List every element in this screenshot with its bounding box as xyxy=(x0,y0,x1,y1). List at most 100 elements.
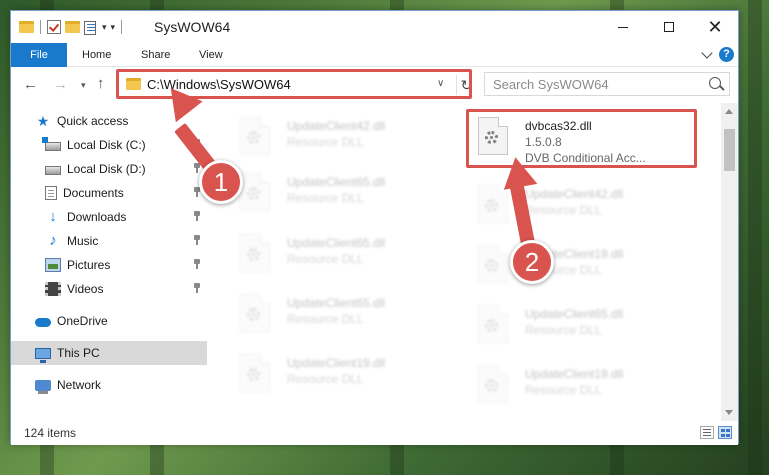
vertical-scrollbar[interactable] xyxy=(721,103,738,421)
list-item[interactable]: UpdateClient65.dll Resource DLL xyxy=(214,226,440,282)
file-name: UpdateClient65.dll xyxy=(287,175,386,189)
sidebar-item-label: Quick access xyxy=(57,114,129,128)
sidebar-item-label: OneDrive xyxy=(57,314,108,328)
sidebar-item-label: Documents xyxy=(63,186,124,200)
list-item[interactable]: UpdateClient65.dll Resource DLL xyxy=(452,297,678,353)
help-icon[interactable]: ? xyxy=(719,47,734,62)
chevron-down-icon[interactable]: ▾ xyxy=(102,22,107,33)
pin-icon[interactable] xyxy=(193,283,201,293)
search-input[interactable]: Search SysWOW64 xyxy=(493,77,609,92)
sidebar-item-documents[interactable]: Documents xyxy=(11,181,207,205)
back-button[interactable]: ← xyxy=(23,76,38,93)
sidebar-item-music[interactable]: ♪ Music xyxy=(11,229,207,253)
sidebar-item-onedrive[interactable]: OneDrive xyxy=(11,309,207,333)
dll-file-icon xyxy=(240,294,270,332)
star-icon: ★ xyxy=(36,113,50,129)
file-type: Resource DLL xyxy=(287,191,364,205)
file-type: Resource DLL xyxy=(525,383,602,397)
computer-icon xyxy=(35,347,51,363)
file-name: UpdateClient65.dll xyxy=(525,307,624,321)
sidebar-item-label: Downloads xyxy=(67,210,127,224)
gear-icon xyxy=(247,248,260,261)
file-name: UpdateClient19.dll xyxy=(525,367,624,381)
sidebar-item-label: Music xyxy=(67,234,99,248)
minimize-icon xyxy=(618,26,628,28)
gear-icon xyxy=(247,187,260,200)
maximize-button[interactable] xyxy=(646,11,692,43)
dll-file-icon xyxy=(240,173,270,211)
scroll-up-icon[interactable] xyxy=(725,109,733,114)
details-view-icon[interactable] xyxy=(700,426,714,439)
list-item[interactable]: UpdateClient19.dll Resource DLL xyxy=(452,237,678,293)
sidebar-item-videos[interactable]: Videos xyxy=(11,277,207,301)
sidebar-item-label: Local Disk (C:) xyxy=(67,138,146,152)
network-icon xyxy=(35,379,51,394)
file-type: Resource DLL xyxy=(525,323,602,337)
properties-icon[interactable] xyxy=(84,20,98,35)
sidebar-item-this-pc[interactable]: This PC xyxy=(11,341,207,365)
list-item[interactable]: UpdateClient19.dll Resource DLL xyxy=(214,346,440,402)
dll-file-icon xyxy=(478,305,508,343)
scroll-down-icon[interactable] xyxy=(725,410,733,415)
list-item[interactable]: UpdateClient65.dll Resource DLL xyxy=(214,286,440,342)
item-count: 124 items xyxy=(24,426,77,440)
up-button[interactable]: ↑ xyxy=(97,75,105,92)
sidebar-item-label: Pictures xyxy=(67,258,111,272)
close-icon: ✕ xyxy=(707,17,723,37)
tab-view[interactable]: View xyxy=(199,43,223,67)
sidebar-item-label: Videos xyxy=(67,282,104,296)
background-tree xyxy=(748,0,762,475)
forward-button[interactable]: → xyxy=(53,76,68,93)
file-name: UpdateClient42.dll xyxy=(525,187,624,201)
pictures-icon xyxy=(45,258,61,272)
sidebar-item-pictures[interactable]: Pictures xyxy=(11,253,207,277)
gear-icon xyxy=(247,368,260,381)
gear-icon xyxy=(247,131,260,144)
close-button[interactable]: ✕ xyxy=(692,11,738,43)
sidebar-item-local-disk-d[interactable]: Local Disk (D:) xyxy=(11,157,207,181)
list-item[interactable]: UpdateClient42.dll Resource DLL xyxy=(452,177,678,233)
pin-icon[interactable] xyxy=(193,235,201,245)
search-box[interactable]: Search SysWOW64 xyxy=(484,72,730,96)
annotation-arrowhead-2 xyxy=(498,154,538,190)
file-type: Resource DLL xyxy=(287,312,364,326)
music-icon: ♪ xyxy=(49,232,57,249)
dll-file-icon xyxy=(240,117,270,155)
dll-file-icon xyxy=(478,245,508,283)
sidebar-item-label: Network xyxy=(57,378,102,392)
file-name: UpdateClient19.dll xyxy=(287,356,386,370)
sidebar-item-network[interactable]: Network xyxy=(11,373,207,397)
dll-file-icon xyxy=(240,354,270,392)
gear-icon xyxy=(485,199,498,212)
list-item[interactable]: UpdateClient65.dll Resource DLL xyxy=(214,165,440,221)
customize-toolbar-icon[interactable]: ▾ xyxy=(111,22,116,33)
dll-file-icon xyxy=(478,185,508,223)
tab-file[interactable]: File xyxy=(11,43,67,67)
toolbar-divider xyxy=(40,20,41,34)
view-toggle xyxy=(700,426,732,439)
minimize-button[interactable] xyxy=(600,11,646,43)
new-folder-icon[interactable] xyxy=(65,21,80,33)
list-item[interactable]: UpdateClient19.dll Resource DLL xyxy=(452,357,678,413)
pin-icon[interactable] xyxy=(193,259,201,269)
tab-share[interactable]: Share xyxy=(141,43,170,67)
file-type: Resource DLL xyxy=(287,252,364,266)
expand-ribbon-icon[interactable] xyxy=(701,46,713,59)
dll-file-icon xyxy=(240,234,270,272)
sidebar-item-downloads[interactable]: ↓ Downloads xyxy=(11,205,207,229)
drive-icon xyxy=(45,166,61,175)
videos-icon xyxy=(45,282,61,296)
dll-file-icon xyxy=(478,365,508,403)
recent-locations-button[interactable]: ▾ xyxy=(81,80,86,91)
step-badge-1: 1 xyxy=(199,160,243,204)
ribbon-controls: ? xyxy=(701,46,734,62)
large-icons-view-icon[interactable] xyxy=(718,426,732,439)
quick-access-toolbar: ▾ ▾ xyxy=(19,18,124,36)
properties-check-icon[interactable] xyxy=(47,20,61,34)
tab-home[interactable]: Home xyxy=(82,43,111,67)
navigation-bar: ← → ▾ ↑ C:\Windows\SysWOW64 ∨ ↻ Search S… xyxy=(11,67,738,103)
scrollbar-thumb[interactable] xyxy=(724,129,735,171)
pin-icon[interactable] xyxy=(193,211,201,221)
file-name: UpdateClient65.dll xyxy=(287,296,386,310)
list-item[interactable]: UpdateClient42.dll Resource DLL xyxy=(214,109,440,165)
